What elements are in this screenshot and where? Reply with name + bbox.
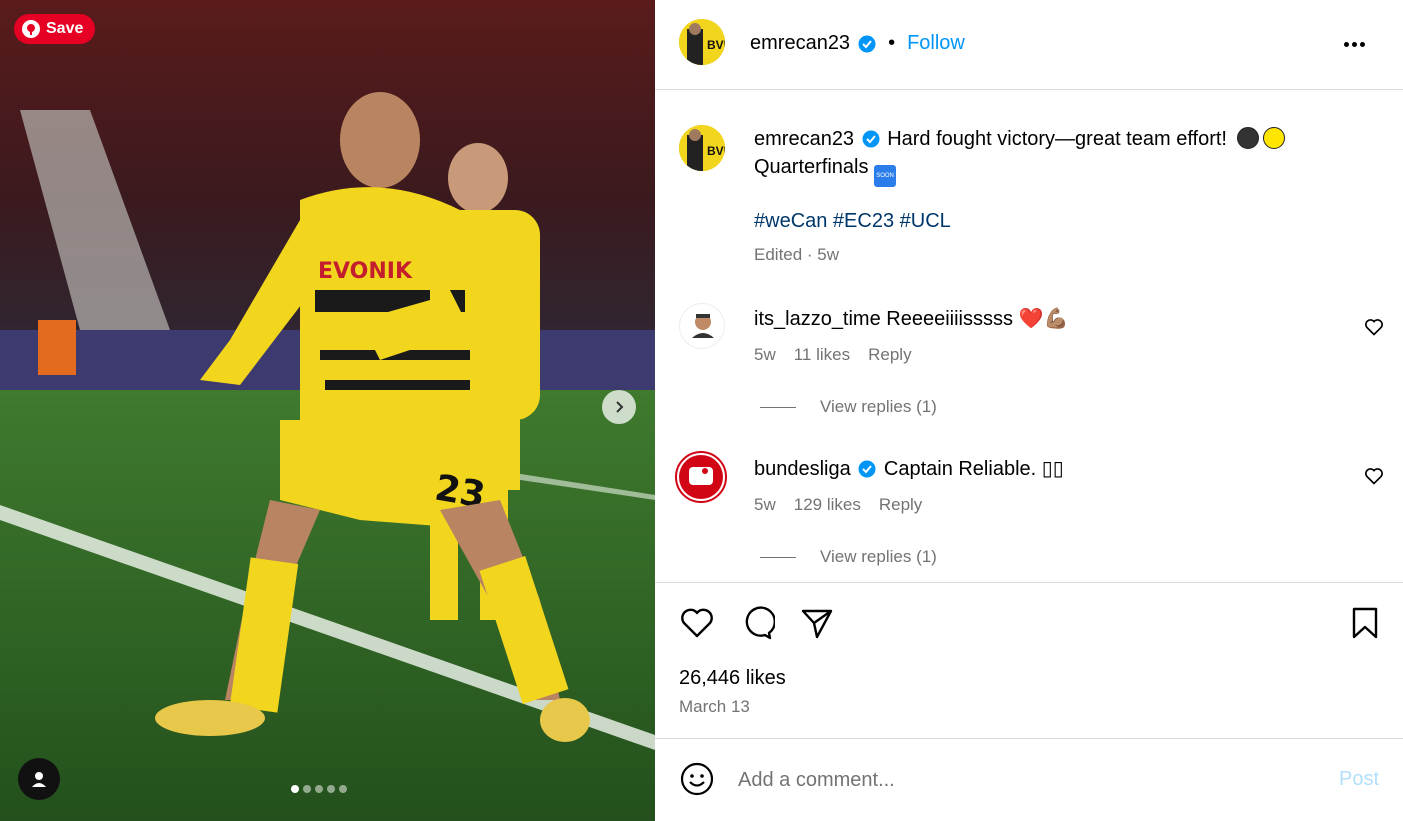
black-circle-icon <box>1236 127 1259 149</box>
comment-body: Captain Reliable. ▯▯ <box>883 458 1064 480</box>
post-actions: 26,446 likes March 13 <box>655 582 1403 738</box>
bookmark-icon[interactable] <box>1347 605 1383 641</box>
follow-button[interactable]: Follow <box>907 32 965 55</box>
carousel-dot <box>327 785 335 793</box>
comment-body: Reeeeiiiisssss ❤️💪🏽 <box>886 308 1069 330</box>
post-header: BVB emrecan23 • Follow <box>655 0 1403 90</box>
post-comment-button[interactable]: Post <box>1339 768 1379 791</box>
post-photo: EVONIK 23 <box>0 0 655 821</box>
caption-text: emrecan23 Hard fought victory—great team… <box>754 125 1334 187</box>
save-label: Save <box>46 20 84 37</box>
verified-badge-icon <box>858 460 876 478</box>
replies-line <box>760 556 796 558</box>
comment-time: 5w <box>754 495 776 514</box>
carousel-indicator <box>291 785 347 793</box>
carousel-dot <box>315 785 323 793</box>
comment-likes[interactable]: 11 likes <box>794 345 850 365</box>
caption-avatar[interactable]: BVB <box>679 125 725 171</box>
carousel-dot <box>303 785 311 793</box>
like-icon[interactable] <box>679 605 715 641</box>
comment-input[interactable] <box>738 765 1298 795</box>
view-replies-label: View replies (1) <box>820 547 937 566</box>
caption-hashtags[interactable]: #weCan #EC23 #UCL <box>754 207 1334 235</box>
carousel-next-button[interactable] <box>602 390 636 424</box>
reply-button[interactable]: Reply <box>879 495 922 515</box>
jersey-sponsor: EVONIK <box>318 259 413 284</box>
chevron-right-icon <box>616 401 624 413</box>
view-replies-label: View replies (1) <box>820 397 937 416</box>
carousel-dot <box>339 785 347 793</box>
more-options-icon[interactable] <box>1339 32 1369 56</box>
carousel-dot <box>291 785 299 793</box>
reply-button[interactable]: Reply <box>868 345 911 365</box>
caption-meta: Edited · 5w <box>754 245 840 264</box>
separator-bullet: • <box>888 32 896 54</box>
comment-text: its_lazzo_time Reeeeiiiisssss ❤️💪🏽 <box>754 305 1334 333</box>
pinterest-save-button[interactable]: Save <box>14 14 96 44</box>
comment-icon[interactable] <box>739 605 775 641</box>
author-line: emrecan23 • Follow <box>750 32 965 55</box>
post-date: March 13 <box>679 697 750 716</box>
verified-badge-icon <box>858 35 876 52</box>
post-media[interactable]: EVONIK 23 Save <box>0 0 655 821</box>
soon-arrow-icon: SOON <box>874 165 897 187</box>
commenter-avatar[interactable] <box>675 451 727 503</box>
comment-meta: 5w 129 likes Reply <box>754 495 922 515</box>
add-comment-bar: Post <box>655 738 1403 821</box>
post-detail-panel: BVB emrecan23 • Follow BVB emrecan23 Har… <box>655 0 1403 821</box>
emoji-icon[interactable] <box>679 761 715 797</box>
comment-likes[interactable]: 129 likes <box>794 495 861 515</box>
svg-text:BVB: BVB <box>707 38 725 52</box>
tagged-users-button[interactable] <box>18 758 60 800</box>
replies-line <box>760 406 796 408</box>
like-comment-icon[interactable] <box>1364 317 1384 337</box>
view-replies-button[interactable]: View replies (1) <box>760 397 937 417</box>
comment-username[interactable]: its_lazzo_time <box>754 308 881 330</box>
yellow-circle-icon <box>1262 127 1285 149</box>
like-comment-icon[interactable] <box>1364 466 1384 486</box>
comment-username[interactable]: bundesliga <box>754 458 851 480</box>
caption-body-2: Quarterfinals <box>754 156 869 178</box>
user-tag-icon <box>32 772 46 787</box>
svg-text:BVB: BVB <box>707 144 725 158</box>
caption-body: Hard fought victory—great team effort! <box>887 128 1227 150</box>
author-avatar[interactable]: BVB <box>679 19 725 65</box>
author-username[interactable]: emrecan23 <box>750 32 850 55</box>
comment-time: 5w <box>754 345 776 364</box>
likes-count[interactable]: 26,446 likes <box>679 667 786 690</box>
commenter-avatar[interactable] <box>679 303 725 349</box>
comments-list[interactable]: BVB emrecan23 Hard fought victory—great … <box>655 91 1403 582</box>
comment-meta: 5w 11 likes Reply <box>754 345 912 365</box>
comment-text: bundesliga Captain Reliable. ▯▯ <box>754 455 1334 483</box>
share-icon[interactable] <box>799 605 835 641</box>
view-replies-button[interactable]: View replies (1) <box>760 547 937 567</box>
caption-username[interactable]: emrecan23 <box>754 128 854 150</box>
verified-badge-icon <box>862 130 880 148</box>
pinterest-icon <box>22 20 40 38</box>
